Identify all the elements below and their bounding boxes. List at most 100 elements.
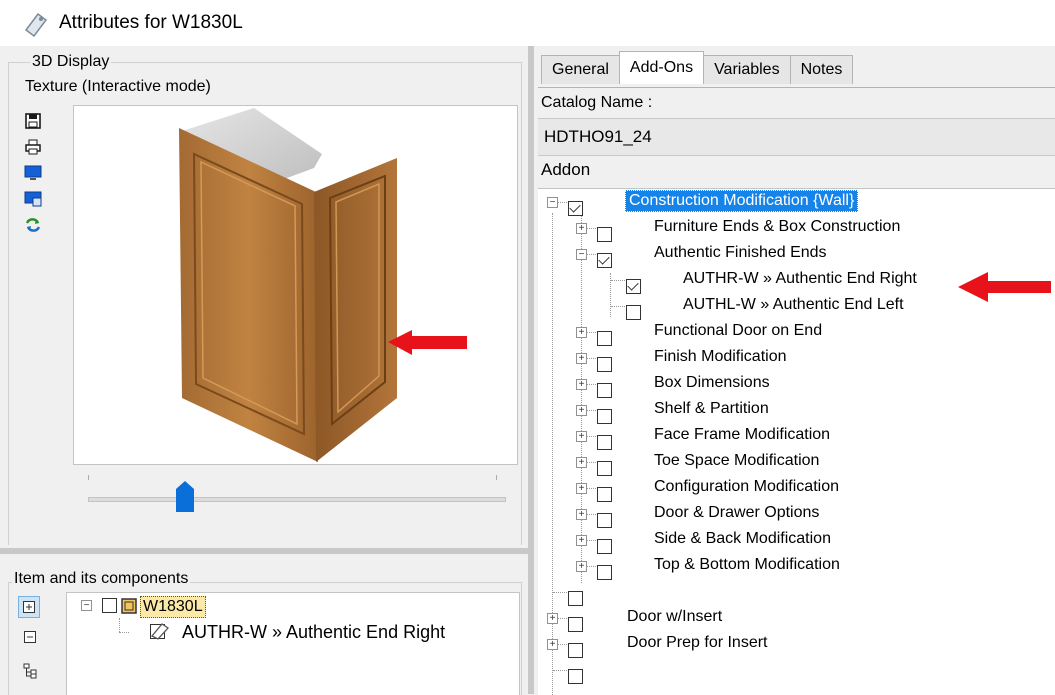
collapse-toggle[interactable]: − bbox=[81, 600, 92, 611]
tab-variables[interactable]: Variables bbox=[703, 55, 791, 84]
components-tree[interactable]: − W1830L AUTHR-W » Authentic End Right bbox=[66, 592, 520, 695]
addon-item-label[interactable]: Configuration Modification bbox=[654, 478, 839, 496]
monitor-view-icon[interactable] bbox=[22, 188, 44, 210]
addon-checkbox[interactable] bbox=[597, 408, 612, 424]
3d-viewport[interactable] bbox=[73, 105, 518, 465]
addon-checkbox[interactable] bbox=[597, 226, 612, 242]
expand-toggle[interactable]: + bbox=[576, 353, 587, 364]
addon-checkbox[interactable] bbox=[597, 564, 612, 580]
addon-checkbox[interactable] bbox=[626, 278, 641, 294]
component-root[interactable]: W1830L bbox=[140, 596, 206, 618]
addon-tree-item[interactable]: + Box Dimensions bbox=[576, 371, 770, 398]
expand-toggle[interactable]: + bbox=[576, 509, 587, 520]
tab-add-ons[interactable]: Add-Ons bbox=[618, 51, 705, 84]
red-arrow-left bbox=[388, 330, 467, 355]
collapse-all-icon[interactable] bbox=[19, 626, 41, 648]
addon-tree-item[interactable]: + Door w/Insert bbox=[547, 605, 722, 632]
pane-splitter[interactable] bbox=[528, 46, 534, 694]
collapse-toggle[interactable]: − bbox=[576, 249, 587, 260]
addon-tree-item[interactable]: + Configuration Modification bbox=[576, 475, 839, 502]
addon-checkbox[interactable] bbox=[568, 642, 583, 658]
expand-toggle[interactable]: + bbox=[547, 639, 558, 650]
addon-item-label[interactable]: Door w/Insert bbox=[627, 608, 722, 626]
addon-item-label[interactable]: Face Frame Modification bbox=[654, 426, 830, 444]
cabinet-icon bbox=[121, 598, 137, 614]
tag-icon bbox=[150, 623, 169, 640]
component-child[interactable]: AUTHR-W » Authentic End Right bbox=[182, 622, 445, 643]
addon-checkbox[interactable] bbox=[568, 590, 583, 606]
addon-item-label[interactable]: Side & Back Modification bbox=[654, 530, 831, 548]
addon-item-label[interactable]: Functional Door on End bbox=[654, 322, 822, 340]
addon-tree-item[interactable]: AUTHL-W » Authentic End Left bbox=[605, 293, 904, 320]
tab-notes[interactable]: Notes bbox=[789, 55, 854, 84]
components-group-title: Item and its components bbox=[12, 570, 191, 588]
monitor-icon[interactable] bbox=[22, 162, 44, 184]
addon-tree-item[interactable]: + Functional Door on End bbox=[576, 319, 822, 346]
horizontal-splitter[interactable] bbox=[0, 548, 528, 554]
expand-toggle[interactable]: + bbox=[576, 379, 587, 390]
addon-checkbox[interactable] bbox=[597, 538, 612, 554]
expand-toggle[interactable]: + bbox=[576, 431, 587, 442]
collapse-toggle[interactable]: − bbox=[547, 197, 558, 208]
addon-checkbox[interactable] bbox=[626, 304, 641, 320]
addon-checkbox[interactable] bbox=[597, 382, 612, 398]
addon-checkbox[interactable] bbox=[568, 616, 583, 632]
addon-checkbox[interactable] bbox=[597, 460, 612, 476]
addon-tree-item[interactable]: AUTHR-W » Authentic End Right bbox=[605, 267, 917, 294]
addon-tree-item[interactable]: + Door Prep for Insert bbox=[547, 631, 768, 658]
root-checkbox[interactable] bbox=[102, 598, 117, 613]
expand-toggle[interactable]: + bbox=[576, 457, 587, 468]
addon-item-label[interactable]: AUTHL-W » Authentic End Left bbox=[683, 296, 904, 314]
addon-item-label[interactable]: Shelf & Partition bbox=[654, 400, 769, 418]
addon-item-label[interactable]: Door & Drawer Options bbox=[654, 504, 819, 522]
refresh-icon[interactable] bbox=[22, 214, 44, 236]
tab-general[interactable]: General bbox=[541, 55, 620, 84]
addon-checkbox[interactable] bbox=[568, 668, 583, 684]
expand-toggle[interactable]: + bbox=[576, 405, 587, 416]
addon-item-label[interactable]: Top & Bottom Modification bbox=[654, 556, 840, 574]
addon-item-label[interactable]: Door Prep for Insert bbox=[627, 634, 768, 652]
tree-icon[interactable] bbox=[19, 660, 41, 682]
addon-item-label[interactable]: Authentic Finished Ends bbox=[654, 244, 827, 262]
addon-tree-item[interactable]: + Toe Space Modification bbox=[576, 449, 819, 476]
addon-checkbox[interactable] bbox=[597, 434, 612, 450]
expand-toggle[interactable]: + bbox=[576, 535, 587, 546]
expand-toggle[interactable]: + bbox=[576, 223, 587, 234]
addon-item-label[interactable]: Toe Space Modification bbox=[654, 452, 819, 470]
addon-item-label[interactable]: AUTHR-W » Authentic End Right bbox=[683, 270, 917, 288]
addon-tree-item[interactable]: + Top & Bottom Modification bbox=[576, 553, 840, 580]
addon-tree-item[interactable] bbox=[547, 657, 583, 684]
addon-checkbox[interactable] bbox=[597, 252, 612, 268]
addon-item-label[interactable]: Box Dimensions bbox=[654, 374, 770, 392]
addon-tree-item[interactable]: + Door & Drawer Options bbox=[576, 501, 819, 528]
addon-tree[interactable]: − Construction Modification {Wall} + Furnit… bbox=[538, 188, 1055, 695]
addon-tree-item[interactable]: + Side & Back Modification bbox=[576, 527, 831, 554]
addon-checkbox[interactable] bbox=[597, 512, 612, 528]
catalog-field[interactable]: HDTHO91_24 bbox=[538, 118, 1055, 156]
slider-thumb[interactable] bbox=[175, 480, 195, 513]
save-icon[interactable] bbox=[22, 110, 44, 132]
expand-toggle[interactable]: + bbox=[576, 561, 587, 572]
addon-tree-item[interactable]: + Shelf & Partition bbox=[576, 397, 769, 424]
expand-all-icon[interactable] bbox=[18, 596, 40, 618]
addon-checkbox[interactable] bbox=[597, 486, 612, 502]
expand-toggle[interactable]: + bbox=[576, 327, 587, 338]
addon-tree-item[interactable]: − Authentic Finished Ends bbox=[576, 241, 827, 268]
addon-tree-item[interactable] bbox=[547, 579, 583, 606]
addon-checkbox[interactable] bbox=[597, 330, 612, 346]
catalog-value: HDTHO91_24 bbox=[544, 127, 652, 146]
addon-item-label[interactable]: Furniture Ends & Box Construction bbox=[654, 218, 900, 236]
expand-toggle[interactable]: + bbox=[547, 613, 558, 624]
addon-tree-item[interactable]: − Construction Modification {Wall} bbox=[547, 189, 859, 216]
addon-tree-item[interactable]: + Finish Modification bbox=[576, 345, 787, 372]
addon-item-label[interactable]: Construction Modification {Wall} bbox=[625, 190, 859, 212]
addon-checkbox[interactable] bbox=[568, 200, 583, 216]
zoom-slider[interactable] bbox=[88, 472, 506, 513]
addon-tree-item[interactable]: + Furniture Ends & Box Construction bbox=[576, 215, 900, 242]
expand-toggle[interactable]: + bbox=[576, 483, 587, 494]
print-icon[interactable] bbox=[22, 136, 44, 158]
addon-checkbox[interactable] bbox=[597, 356, 612, 372]
mode-label: Texture (Interactive mode) bbox=[25, 78, 211, 95]
addon-tree-item[interactable]: + Face Frame Modification bbox=[576, 423, 830, 450]
addon-item-label[interactable]: Finish Modification bbox=[654, 348, 787, 366]
